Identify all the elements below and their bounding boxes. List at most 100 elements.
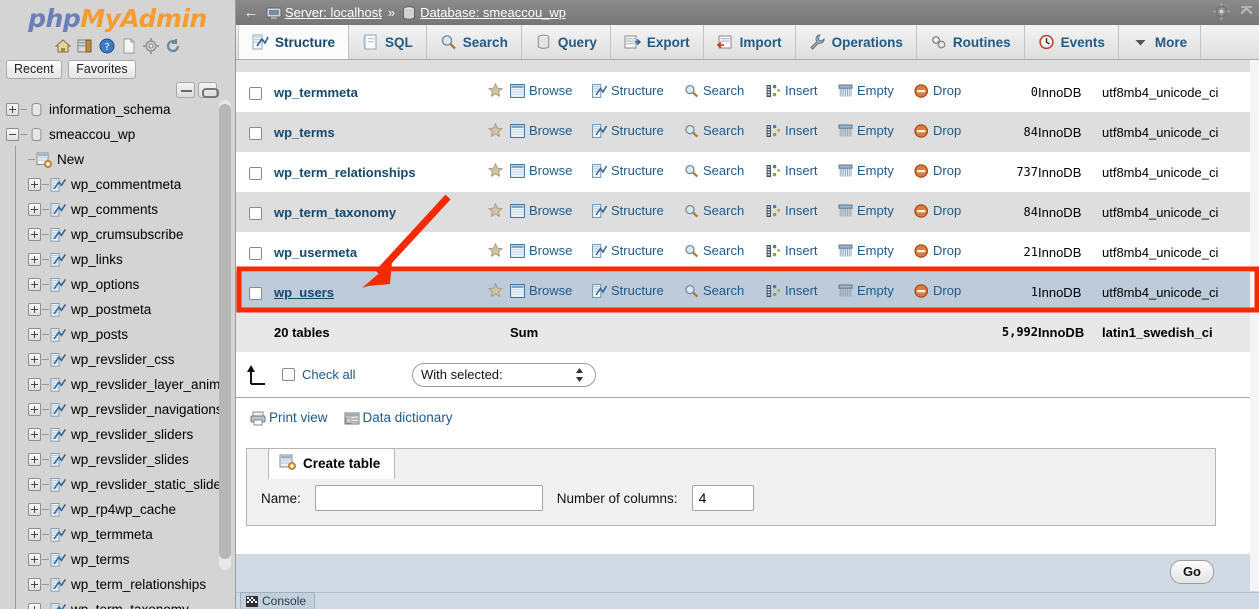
row-checkbox-cell[interactable]	[236, 112, 274, 152]
database-tree[interactable]: information_schema smeaccou_wp New wp_comme…	[0, 96, 235, 609]
search-link[interactable]: Search	[684, 83, 744, 98]
drop-link[interactable]: Drop	[914, 163, 961, 178]
table-name-cell[interactable]: wp_users	[274, 272, 480, 312]
expand-icon[interactable]	[28, 552, 41, 566]
action-cell-empty[interactable]: Empty	[838, 72, 914, 112]
sidebar-scrollbar[interactable]	[219, 100, 231, 570]
action-cell-insert[interactable]: Insert	[766, 112, 838, 152]
table-name-link[interactable]: wp_users	[274, 285, 334, 300]
favorite-cell[interactable]	[480, 272, 510, 312]
tree-item-wp_crumsubscribe[interactable]: wp_crumsubscribe	[0, 221, 235, 246]
expand-icon[interactable]	[28, 302, 41, 316]
tree-item-New[interactable]: New	[0, 146, 235, 171]
table-name-cell[interactable]: wp_usermeta	[274, 232, 480, 272]
search-link[interactable]: Search	[684, 123, 744, 138]
sidebar-scrollbar-thumb[interactable]	[219, 104, 231, 559]
row-checkbox[interactable]	[248, 246, 262, 260]
action-cell-empty[interactable]: Empty	[838, 232, 914, 272]
with-selected-select[interactable]: With selected:	[412, 362, 596, 387]
collapse-icon[interactable]	[1238, 3, 1255, 23]
expand-icon[interactable]	[28, 177, 41, 191]
table-name-cell[interactable]: wp_term_relationships	[274, 152, 480, 192]
expand-icon[interactable]	[28, 427, 41, 441]
tree-item-wp_links[interactable]: wp_links	[0, 246, 235, 271]
drop-link[interactable]: Drop	[914, 243, 961, 258]
insert-link[interactable]: Insert	[766, 203, 818, 218]
tree-item-wp_posts[interactable]: wp_posts	[0, 321, 235, 346]
tab-routines[interactable]: Routines	[917, 25, 1025, 59]
structure-link[interactable]: Structure	[592, 243, 664, 258]
favorites-tab[interactable]: Favorites	[68, 60, 136, 79]
row-checkbox-cell[interactable]	[236, 152, 274, 192]
check-all-control[interactable]: Check all	[282, 367, 412, 382]
action-cell-search[interactable]: Search	[684, 272, 766, 312]
action-cell-structure[interactable]: Structure	[592, 272, 684, 312]
tree-item-label[interactable]: smeaccou_wp	[49, 127, 135, 142]
row-checkbox-cell[interactable]	[236, 272, 274, 312]
table-name-cell[interactable]: wp_termmeta	[274, 72, 480, 112]
expand-icon[interactable]	[28, 477, 41, 491]
row-checkbox[interactable]	[248, 126, 262, 140]
row-checkbox[interactable]	[248, 86, 262, 100]
browse-link[interactable]: Browse	[510, 203, 572, 218]
action-cell-insert[interactable]: Insert	[766, 192, 838, 232]
tree-item-label[interactable]: wp_termmeta	[71, 527, 153, 542]
action-cell-insert[interactable]: Insert	[766, 272, 838, 312]
tab-search[interactable]: Search	[427, 25, 522, 59]
expand-icon[interactable]	[28, 227, 41, 241]
tab-sql[interactable]: SQL	[349, 25, 427, 59]
search-link[interactable]: Search	[684, 243, 744, 258]
check-all-checkbox[interactable]	[282, 368, 295, 381]
tree-item-label[interactable]: wp_revslider_css	[71, 352, 175, 367]
action-cell-drop[interactable]: Drop	[914, 112, 980, 152]
tree-item-label[interactable]: wp_rp4wp_cache	[71, 502, 176, 517]
tree-item-wp_options[interactable]: wp_options	[0, 271, 235, 296]
insert-link[interactable]: Insert	[766, 163, 818, 178]
table-name-link[interactable]: wp_usermeta	[274, 245, 357, 260]
tree-item-label[interactable]: information_schema	[49, 102, 171, 117]
tab-more[interactable]: More	[1119, 25, 1202, 59]
table-row[interactable]: wp_termmeta Browse Structure Search Insert Em…	[236, 72, 1259, 112]
tree-item-label[interactable]: wp_crumsubscribe	[71, 227, 184, 242]
action-cell-drop[interactable]: Drop	[914, 192, 980, 232]
structure-link[interactable]: Structure	[592, 163, 664, 178]
drop-link[interactable]: Drop	[914, 203, 961, 218]
expand-icon[interactable]	[28, 327, 41, 341]
tree-item-label[interactable]: wp_revslider_layer_anim	[71, 377, 220, 392]
expand-icon[interactable]	[28, 352, 41, 366]
table-row[interactable]: wp_term_relationships Browse Structure Sear…	[236, 152, 1259, 192]
search-link[interactable]: Search	[684, 283, 744, 298]
table-row[interactable]: wp_usermeta Browse Structure Search Insert Em…	[236, 232, 1259, 272]
empty-link[interactable]: Empty	[838, 163, 894, 178]
create-table-columns-input[interactable]	[691, 485, 754, 511]
browse-link[interactable]: Browse	[510, 283, 572, 298]
row-checkbox[interactable]	[248, 286, 262, 300]
console-label[interactable]: Console	[262, 594, 306, 608]
action-cell-browse[interactable]: Browse	[510, 272, 592, 312]
browse-link[interactable]: Browse	[510, 163, 572, 178]
action-cell-empty[interactable]: Empty	[838, 112, 914, 152]
tab-events[interactable]: Events	[1025, 25, 1119, 59]
tree-item-label[interactable]: wp_options	[71, 277, 139, 292]
insert-link[interactable]: Insert	[766, 83, 818, 98]
browse-link[interactable]: Browse	[510, 243, 572, 258]
table-row[interactable]: wp_terms Browse Structure Search Insert Empty…	[236, 112, 1259, 152]
tree-item-wp_comments[interactable]: wp_comments	[0, 196, 235, 221]
tree-item-label[interactable]: wp_revslider_static_slide	[71, 477, 221, 492]
table-name-link[interactable]: wp_terms	[274, 125, 335, 140]
browse-link[interactable]: Browse	[510, 123, 572, 138]
tree-item-label[interactable]: wp_comments	[71, 202, 158, 217]
structure-link[interactable]: Structure	[592, 123, 664, 138]
check-all-label[interactable]: Check all	[302, 367, 355, 382]
action-cell-search[interactable]: Search	[684, 72, 766, 112]
tree-item-smeaccou_wp[interactable]: smeaccou_wp	[0, 121, 235, 146]
docs-icon[interactable]	[121, 38, 137, 54]
row-checkbox[interactable]	[248, 166, 262, 180]
action-cell-search[interactable]: Search	[684, 232, 766, 272]
favorite-cell[interactable]	[480, 72, 510, 112]
tree-item-label[interactable]: wp_links	[71, 252, 123, 267]
action-cell-drop[interactable]: Drop	[914, 272, 980, 312]
table-name-link[interactable]: wp_term_taxonomy	[274, 205, 396, 220]
action-cell-browse[interactable]: Browse	[510, 72, 592, 112]
phpmyadmin-logo[interactable]: phpMyAdmin	[0, 0, 235, 34]
